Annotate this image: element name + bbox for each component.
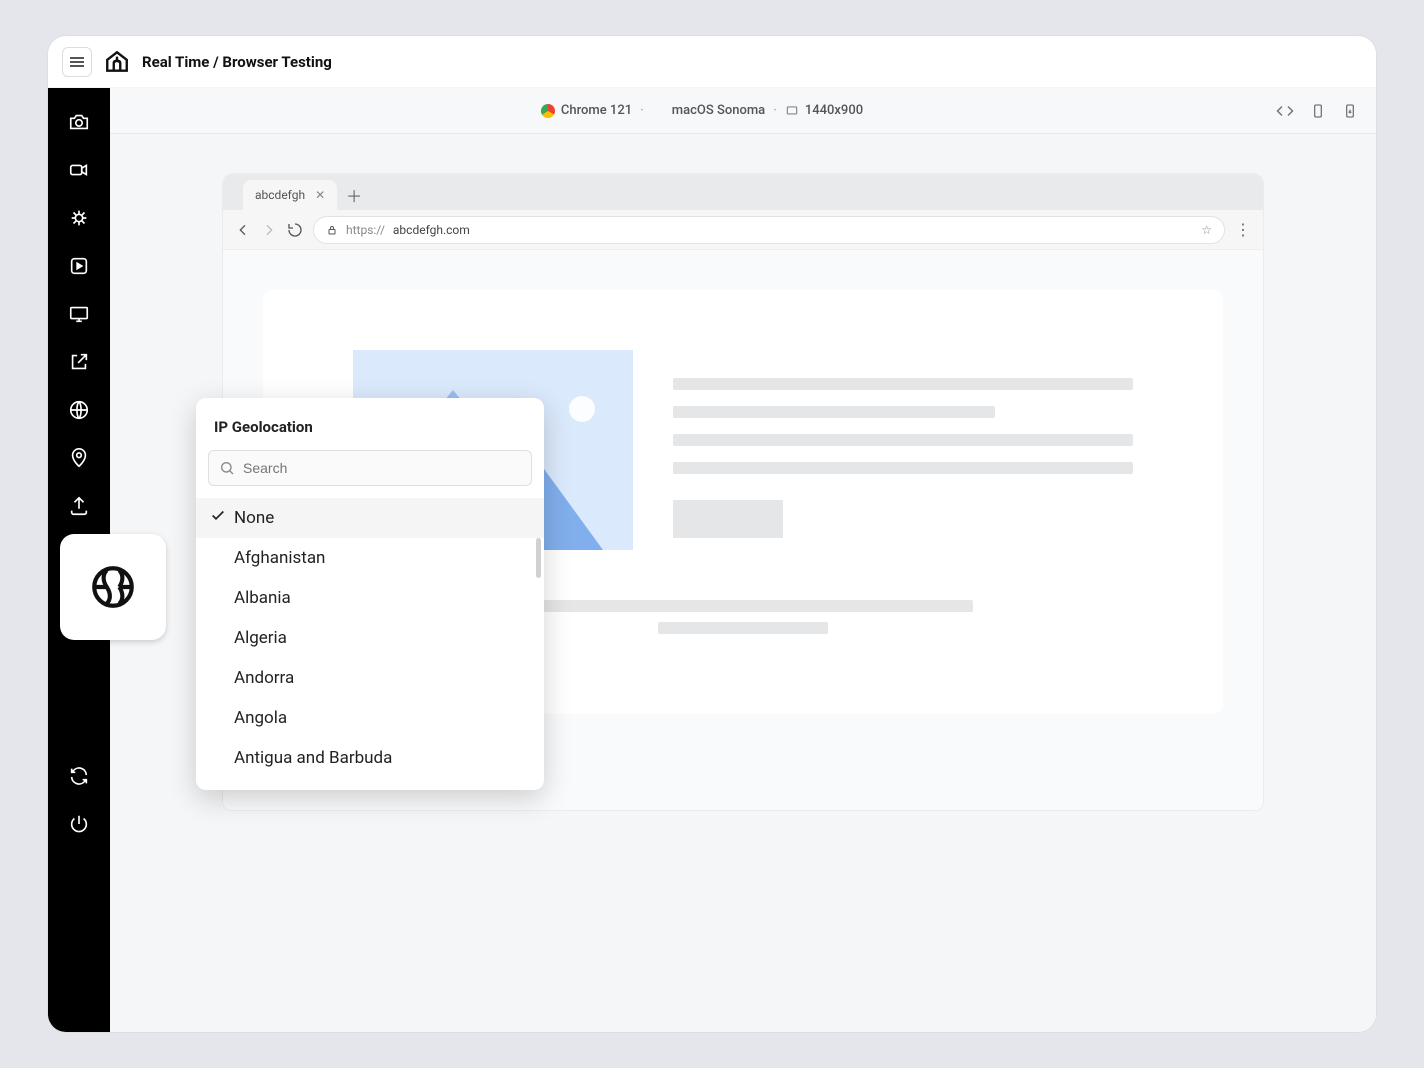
geo-item-label: Albania xyxy=(234,588,291,608)
env-resolution: 1440x900 xyxy=(785,103,863,118)
top-header: Real Time / Browser Testing xyxy=(48,36,1376,88)
breadcrumb: Real Time / Browser Testing xyxy=(142,53,332,71)
env-os-label: macOS Sonoma xyxy=(672,103,765,118)
nav-reload-icon[interactable] xyxy=(287,222,303,238)
url-host: abcdefgh.com xyxy=(393,223,470,237)
apple-icon xyxy=(652,104,666,118)
env-resolution-label: 1440x900 xyxy=(805,103,863,118)
upload-button[interactable] xyxy=(59,486,99,526)
placeholder-text-block xyxy=(673,350,1133,538)
search-icon xyxy=(219,460,235,476)
tab-title: abcdefgh xyxy=(255,188,305,202)
code-icon[interactable] xyxy=(1276,102,1294,120)
geo-item[interactable]: Andorra xyxy=(196,658,544,698)
device-download-icon[interactable] xyxy=(1342,103,1358,119)
ip-geolocation-button[interactable] xyxy=(60,534,166,640)
geo-country-list: None Afghanistan Albania Algeria Andorra… xyxy=(196,498,544,790)
nav-back-icon[interactable] xyxy=(235,222,251,238)
geo-item-label: None xyxy=(234,508,274,528)
geo-item[interactable]: Angola xyxy=(196,698,544,738)
record-play-button[interactable] xyxy=(59,246,99,286)
app-logo-icon xyxy=(104,49,130,75)
resolution-icon xyxy=(785,104,799,118)
monitor-button[interactable] xyxy=(59,294,99,334)
browser-menu-icon[interactable]: ⋮ xyxy=(1235,220,1251,239)
camera-button[interactable] xyxy=(59,102,99,142)
bookmark-star-icon[interactable]: ☆ xyxy=(1201,223,1212,237)
chrome-icon xyxy=(541,104,555,118)
geo-item-label: Antigua and Barbuda xyxy=(234,748,392,768)
check-icon xyxy=(210,508,226,529)
geo-item[interactable]: Afghanistan xyxy=(196,538,544,578)
geo-item-label: Andorra xyxy=(234,668,294,688)
url-scheme: https:// xyxy=(346,223,385,237)
env-browser: Chrome 121 xyxy=(541,103,632,118)
lock-icon xyxy=(326,224,338,236)
app-window: Real Time / Browser Testing Chrome 121 ·… xyxy=(48,36,1376,1032)
env-os: macOS Sonoma xyxy=(652,103,765,118)
geo-item[interactable]: Algeria xyxy=(196,618,544,658)
geo-search-field[interactable] xyxy=(208,450,532,486)
bug-button[interactable] xyxy=(59,198,99,238)
scrollbar-thumb[interactable] xyxy=(536,538,541,578)
globe-button[interactable] xyxy=(59,390,99,430)
geo-item-none[interactable]: None xyxy=(196,498,544,538)
browser-tab[interactable]: abcdefgh ✕ xyxy=(243,180,337,210)
geo-popup-title: IP Geolocation xyxy=(196,398,544,450)
device-rotate-icon[interactable] xyxy=(1310,103,1326,119)
menu-toggle-button[interactable] xyxy=(62,47,92,77)
nav-forward-icon[interactable] xyxy=(261,222,277,238)
address-bar[interactable]: https:// abcdefgh.com ☆ xyxy=(313,216,1225,244)
browser-nav-bar: https:// abcdefgh.com ☆ ⋮ xyxy=(223,210,1263,250)
external-link-button[interactable] xyxy=(59,342,99,382)
new-tab-button[interactable]: ＋ xyxy=(343,184,365,206)
tab-close-icon[interactable]: ✕ xyxy=(315,188,325,202)
geo-item[interactable]: Albania xyxy=(196,578,544,618)
geo-item-label: Angola xyxy=(234,708,287,728)
environment-bar: Chrome 121 · macOS Sonoma · 1440x900 xyxy=(110,88,1376,134)
ip-geolocation-popup: IP Geolocation None Afghanistan Albania … xyxy=(196,398,544,790)
video-button[interactable] xyxy=(59,150,99,190)
sync-button[interactable] xyxy=(59,756,99,796)
geo-search-input[interactable] xyxy=(243,460,521,476)
tab-strip: abcdefgh ✕ ＋ xyxy=(223,174,1263,210)
power-button[interactable] xyxy=(59,804,99,844)
geo-item-label: Afghanistan xyxy=(234,548,325,568)
geo-item-label: Algeria xyxy=(234,628,287,648)
geo-item[interactable]: Antigua and Barbuda xyxy=(196,738,544,778)
env-browser-label: Chrome 121 xyxy=(561,103,632,118)
pin-button[interactable] xyxy=(59,438,99,478)
